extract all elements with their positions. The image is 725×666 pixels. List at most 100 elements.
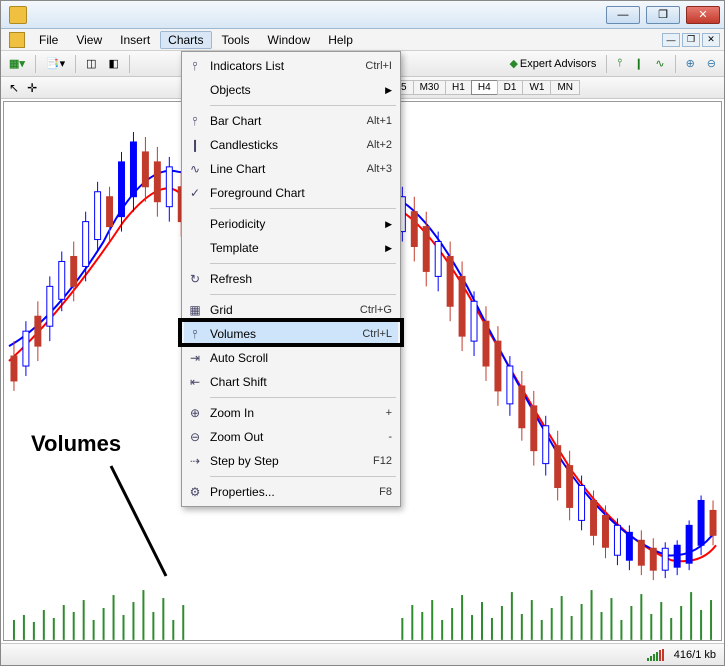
menu-item-properties-[interactable]: ⚙Properties...F8 <box>184 480 398 504</box>
menubar: File View Insert Charts Tools Window Hel… <box>1 29 724 51</box>
tf-d1[interactable]: D1 <box>497 80 524 95</box>
menu-item-periodicity[interactable]: Periodicity ▶ <box>184 212 398 236</box>
menu-shortcut: Ctrl+I <box>365 60 392 72</box>
menu-item-refresh[interactable]: ↻ Refresh <box>184 267 398 291</box>
menu-item-label: Indicators List <box>210 59 359 73</box>
menu-item-zoom-in[interactable]: ⊕Zoom In+ <box>184 401 398 425</box>
statusbar: 416/1 kb <box>1 643 724 665</box>
minimize-button[interactable]: — <box>606 6 640 24</box>
menu-charts[interactable]: Charts <box>160 31 211 49</box>
maximize-button[interactable]: ❐ <box>646 6 680 24</box>
menu-shortcut: Ctrl+L <box>362 328 392 340</box>
menu-item-volumes[interactable]: ⫯ Volumes Ctrl+L <box>184 322 398 346</box>
menu-item-label: Zoom In <box>210 406 380 420</box>
candle-icon: ❙ <box>186 136 204 154</box>
blank-icon <box>186 239 204 257</box>
candle-chart-button[interactable]: ❙ <box>630 54 647 74</box>
submenu-arrow-icon: ▶ <box>385 219 392 230</box>
connection-status: 416/1 kb <box>674 649 716 661</box>
menu-item-label: Chart Shift <box>210 375 386 389</box>
candles-right <box>399 187 716 580</box>
zoomout-icon: ⊖ <box>186 428 204 446</box>
menu-item-label: Bar Chart <box>210 114 361 128</box>
menu-window[interactable]: Window <box>260 31 319 49</box>
menu-help[interactable]: Help <box>320 31 361 49</box>
tf-m30[interactable]: M30 <box>413 80 446 95</box>
menu-shortcut: Alt+3 <box>367 163 392 175</box>
mdi-minimize[interactable]: — <box>662 33 680 47</box>
autoscroll-icon: ⇥ <box>186 349 204 367</box>
separator <box>606 55 607 73</box>
zoom-in-button[interactable]: ⊕ <box>682 54 699 74</box>
menu-item-grid[interactable]: ▦GridCtrl+G <box>184 298 398 322</box>
bar-chart-button[interactable]: ⫯ <box>613 54 626 74</box>
zoomout-icon: ⊖ <box>707 57 716 70</box>
charts-dropdown: ⫯ Indicators List Ctrl+I Objects▶ ⫯ Bar Chart… <box>181 51 401 507</box>
menu-shortcut: Alt+1 <box>367 115 392 127</box>
line-chart-button[interactable]: ∿ <box>651 54 668 74</box>
indicator-icon: ⫯ <box>186 57 204 75</box>
menu-shortcut: Alt+2 <box>367 139 392 151</box>
window-titlebar: — ❐ ✕ <box>1 1 724 29</box>
menu-item-auto-scroll[interactable]: ⇥ Auto Scroll <box>184 346 398 370</box>
submenu-arrow-icon: ▶ <box>385 85 392 96</box>
separator <box>675 55 676 73</box>
zoomin-icon: ⊕ <box>686 57 695 70</box>
menu-insert[interactable]: Insert <box>112 31 158 49</box>
volume-bars <box>14 590 711 640</box>
crosshair-button[interactable]: ✛ <box>23 81 41 95</box>
bar-chart-icon: ⫯ <box>186 112 204 130</box>
mdi-close[interactable]: ✕ <box>702 33 720 47</box>
refresh-icon: ↻ <box>186 270 204 288</box>
market-watch-button[interactable]: ◫ <box>82 54 100 74</box>
check-icon: ✓ <box>186 184 204 202</box>
nav-icon: ◧ <box>109 57 119 70</box>
profiles-button[interactable]: 📑▾ <box>42 54 69 74</box>
menu-item-foreground-chart[interactable]: ✓Foreground Chart <box>184 181 398 205</box>
candle-icon: ❙ <box>634 57 643 70</box>
menu-view[interactable]: View <box>68 31 110 49</box>
menu-tools[interactable]: Tools <box>214 31 258 49</box>
tf-h4[interactable]: H4 <box>471 80 498 95</box>
menu-item-bar-chart[interactable]: ⫯ Bar Chart Alt+1 <box>184 109 398 133</box>
menu-shortcut: F8 <box>379 486 392 498</box>
tf-mn[interactable]: MN <box>550 80 580 95</box>
candles <box>11 132 184 391</box>
mdi-restore[interactable]: ❐ <box>682 33 700 47</box>
tf-w1[interactable]: W1 <box>522 80 551 95</box>
menu-item-indicators-list[interactable]: ⫯ Indicators List Ctrl+I <box>184 54 398 78</box>
submenu-arrow-icon: ▶ <box>385 243 392 254</box>
menu-file[interactable]: File <box>31 31 66 49</box>
menu-item-zoom-out[interactable]: ⊖Zoom Out- <box>184 425 398 449</box>
menu-item-label: Auto Scroll <box>210 351 386 365</box>
zoom-out-button[interactable]: ⊖ <box>703 54 720 74</box>
volumes-icon: ⫯ <box>186 325 204 343</box>
ea-label: Expert Advisors <box>520 58 596 70</box>
menu-item-chart-shift[interactable]: ⇤Chart Shift <box>184 370 398 394</box>
expert-advisors-button[interactable]: ◆ Expert Advisors <box>505 54 600 74</box>
cursor-button[interactable]: ↖ <box>5 81 23 95</box>
menu-item-label: Periodicity <box>210 217 379 231</box>
menu-item-step-by-step[interactable]: ⇢Step by StepF12 <box>184 449 398 473</box>
plus-icon: ▦▾ <box>9 57 25 70</box>
menu-separator <box>210 476 396 477</box>
menu-item-label: Template <box>210 241 379 255</box>
menu-item-objects[interactable]: Objects▶ <box>184 78 398 102</box>
props-icon: ⚙ <box>186 483 204 501</box>
menu-item-label: Refresh <box>210 272 386 286</box>
menu-separator <box>210 208 396 209</box>
new-chart-button[interactable]: ▦▾ <box>5 54 29 74</box>
app-menu-icon <box>9 32 25 48</box>
menu-item-candlesticks[interactable]: ❙CandlesticksAlt+2 <box>184 133 398 157</box>
menu-item-line-chart[interactable]: ∿Line ChartAlt+3 <box>184 157 398 181</box>
menu-item-template[interactable]: Template ▶ <box>184 236 398 260</box>
menu-item-label: Volumes <box>210 327 356 341</box>
ea-icon: ◆ <box>509 57 517 70</box>
tf-h1[interactable]: H1 <box>445 80 472 95</box>
menu-item-label: Zoom Out <box>210 430 382 444</box>
blank-icon <box>186 81 204 99</box>
grid-icon: ▦ <box>186 301 204 319</box>
connection-icon <box>647 649 664 661</box>
navigator-button[interactable]: ◧ <box>105 54 123 74</box>
close-button[interactable]: ✕ <box>686 6 720 24</box>
